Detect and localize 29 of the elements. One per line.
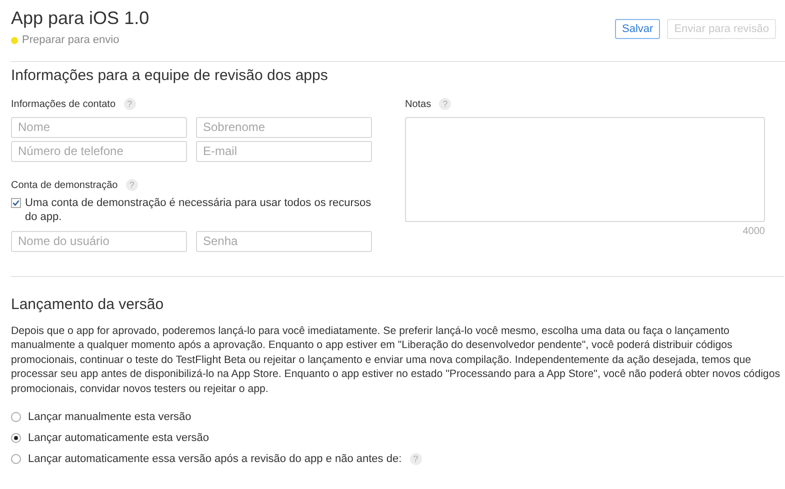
notes-field[interactable]: [405, 116, 765, 222]
help-icon[interactable]: ?: [410, 453, 422, 465]
field-label: Conta de demonstração: [11, 178, 118, 192]
checkbox[interactable]: [11, 198, 21, 208]
help-icon[interactable]: ?: [439, 98, 452, 110]
radio-button[interactable]: [11, 454, 21, 464]
input-field[interactable]: Número de telefone: [11, 140, 187, 162]
character-counter: 4000: [742, 224, 765, 238]
input-field[interactable]: E-mail: [196, 140, 372, 162]
radio-label: Lançar automaticamente esta versão: [28, 431, 209, 445]
input-field[interactable]: Nome do usuário: [11, 230, 187, 252]
section-title: Informações para a equipe de revisão dos apps: [11, 66, 329, 84]
status-label: Preparar para envio: [22, 33, 120, 48]
description-paragraph: Depois que o app for aprovado, poderemos lançá-lo para você imediatamente. Se preferir lançá-lo você mesmo, escolha uma data ou faça o lançamento manualmente a qualquer momento após a aprovação. Enquanto o app estiver em "Liberação do desenvolvedor pendente", você poderá distribuir códigos promocionais, continuar o teste do TestFlight Beta ou rejeitar o lançamento e enviar uma nova compilação. Independentemente da ação desejada, temos que processar seu app antes de disponibilizá-lo na App Store. Enquanto o app estiver no estado "Processando para a App Store", você não poderá obter novos códigos promocionais, convidar novos testers ou rejeitar o app.: [11, 324, 782, 396]
radio-label: Lançar manualmente esta versão: [28, 410, 192, 424]
input-field[interactable]: Sobrenome: [196, 116, 372, 138]
page-title: App para iOS 1.0: [11, 7, 150, 29]
help-icon[interactable]: ?: [126, 179, 138, 191]
radio-button[interactable]: [11, 433, 21, 443]
help-icon[interactable]: ?: [124, 98, 136, 110]
input-field[interactable]: Nome: [11, 116, 187, 138]
field-label: Informações de contato: [11, 98, 116, 112]
section-title: Lançamento da versão: [11, 294, 165, 314]
field-label: Notas: [405, 98, 432, 112]
toolbar-button[interactable]: Salvar: [615, 19, 660, 39]
radio-label: Lançar automaticamente essa versão após a revisão do app e não antes de:: [28, 452, 402, 466]
input-field[interactable]: Senha: [196, 230, 372, 252]
radio-button[interactable]: [11, 412, 21, 422]
checkbox-label: Uma conta de demonstração é necessária para usar todos os recursos do app.: [25, 196, 372, 224]
